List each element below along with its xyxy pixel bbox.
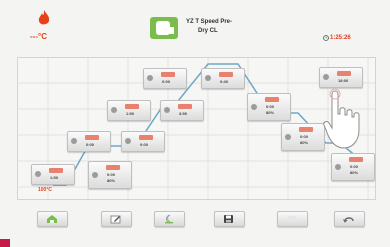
param-box[interactable]: 0:40 [201, 68, 245, 89]
save-button[interactable] [214, 211, 245, 227]
param-temp-value [161, 72, 175, 77]
param-box[interactable]: 0:00 80% [88, 161, 132, 189]
param-temp-value [178, 104, 192, 109]
param-value: 0:00 [107, 172, 116, 177]
param-box[interactable]: 0:00 80% [281, 123, 325, 151]
corner-marker [0, 239, 10, 247]
param-box-selected[interactable]: 18:00 [319, 67, 363, 88]
param-value-2: 80% [107, 178, 116, 183]
param-box[interactable]: 0:00 [143, 68, 187, 89]
flame-icon [38, 10, 50, 25]
start-temperature: 100°C [38, 187, 52, 193]
param-temp-value [299, 127, 313, 132]
param-icon [285, 134, 291, 140]
param-temp-value [85, 135, 99, 140]
program-name-line2: Dry CL [198, 28, 218, 34]
night-mode-button[interactable] [154, 211, 185, 227]
param-icon [205, 75, 211, 81]
param-temp-value [139, 135, 153, 140]
param-icon [35, 171, 41, 177]
remaining-time: 1:25:26 [330, 35, 351, 41]
home-icon [47, 215, 57, 223]
param-value: 0:00 [266, 104, 275, 109]
param-icon [335, 164, 341, 170]
param-temp-value [337, 71, 351, 76]
clock-icon [323, 35, 329, 41]
param-box[interactable]: 0:00 [67, 131, 111, 152]
param-box[interactable]: 3:50 [160, 100, 204, 121]
param-temp-value [349, 157, 363, 162]
furnace-temp-display: ---°C [30, 10, 70, 44]
param-value-2: 80% [300, 140, 309, 145]
param-box[interactable]: 1:50 [31, 164, 75, 185]
param-box[interactable]: 0:00 80% [247, 93, 291, 121]
dim-button[interactable] [277, 211, 308, 227]
param-value: 0:00 [300, 134, 309, 139]
program-name: YZ T Speed Pre- Dry CL [186, 18, 276, 36]
app-frame: ---°C YZ T Speed Pre- Dry CL 1:25:26 1:5… [0, 0, 390, 247]
param-value: 0:40 [220, 79, 229, 84]
param-icon [164, 107, 170, 113]
back-button[interactable] [334, 211, 365, 227]
param-value: 0:00 [86, 142, 95, 147]
param-icon [111, 107, 117, 113]
param-icon [147, 75, 153, 81]
moon-icon [165, 214, 174, 224]
edit-button[interactable] [101, 211, 132, 227]
param-value: 1:50 [126, 111, 135, 116]
header: ---°C YZ T Speed Pre- Dry CL 1:25:26 [0, 0, 390, 50]
param-box[interactable]: 0:00 80% [331, 153, 375, 181]
param-value: 0:00 [162, 79, 171, 84]
param-value: 3:50 [179, 111, 188, 116]
blank-icon [288, 216, 296, 222]
program-icon[interactable] [150, 17, 178, 39]
param-icon [323, 74, 329, 80]
param-value-2: 80% [266, 110, 275, 115]
param-box[interactable]: 0:00 [121, 131, 165, 152]
edit-icon [110, 215, 121, 224]
param-temp-value [49, 168, 63, 173]
param-value-2: 80% [350, 170, 359, 175]
param-value: 18:00 [338, 78, 349, 83]
param-icon [71, 138, 77, 144]
furnace-icon [156, 21, 174, 35]
home-button[interactable] [37, 211, 68, 227]
param-temp-value [219, 72, 233, 77]
param-value: 0:00 [350, 164, 359, 169]
pointing-hand-icon [323, 88, 360, 149]
param-icon [125, 138, 131, 144]
bottom-toolbar [0, 206, 390, 247]
param-temp-value [106, 165, 120, 170]
param-icon [251, 104, 257, 110]
save-icon [224, 215, 233, 223]
param-temp-value [125, 104, 139, 109]
param-value: 1:50 [50, 175, 59, 180]
param-value: 0:00 [140, 142, 149, 147]
furnace-temp-value: ---°C [30, 32, 47, 41]
return-icon [343, 217, 354, 223]
param-box[interactable]: 1:50 [107, 100, 151, 121]
param-icon [92, 172, 98, 178]
param-temp-value [265, 97, 279, 102]
program-name-line1: YZ T Speed Pre- [186, 19, 233, 25]
